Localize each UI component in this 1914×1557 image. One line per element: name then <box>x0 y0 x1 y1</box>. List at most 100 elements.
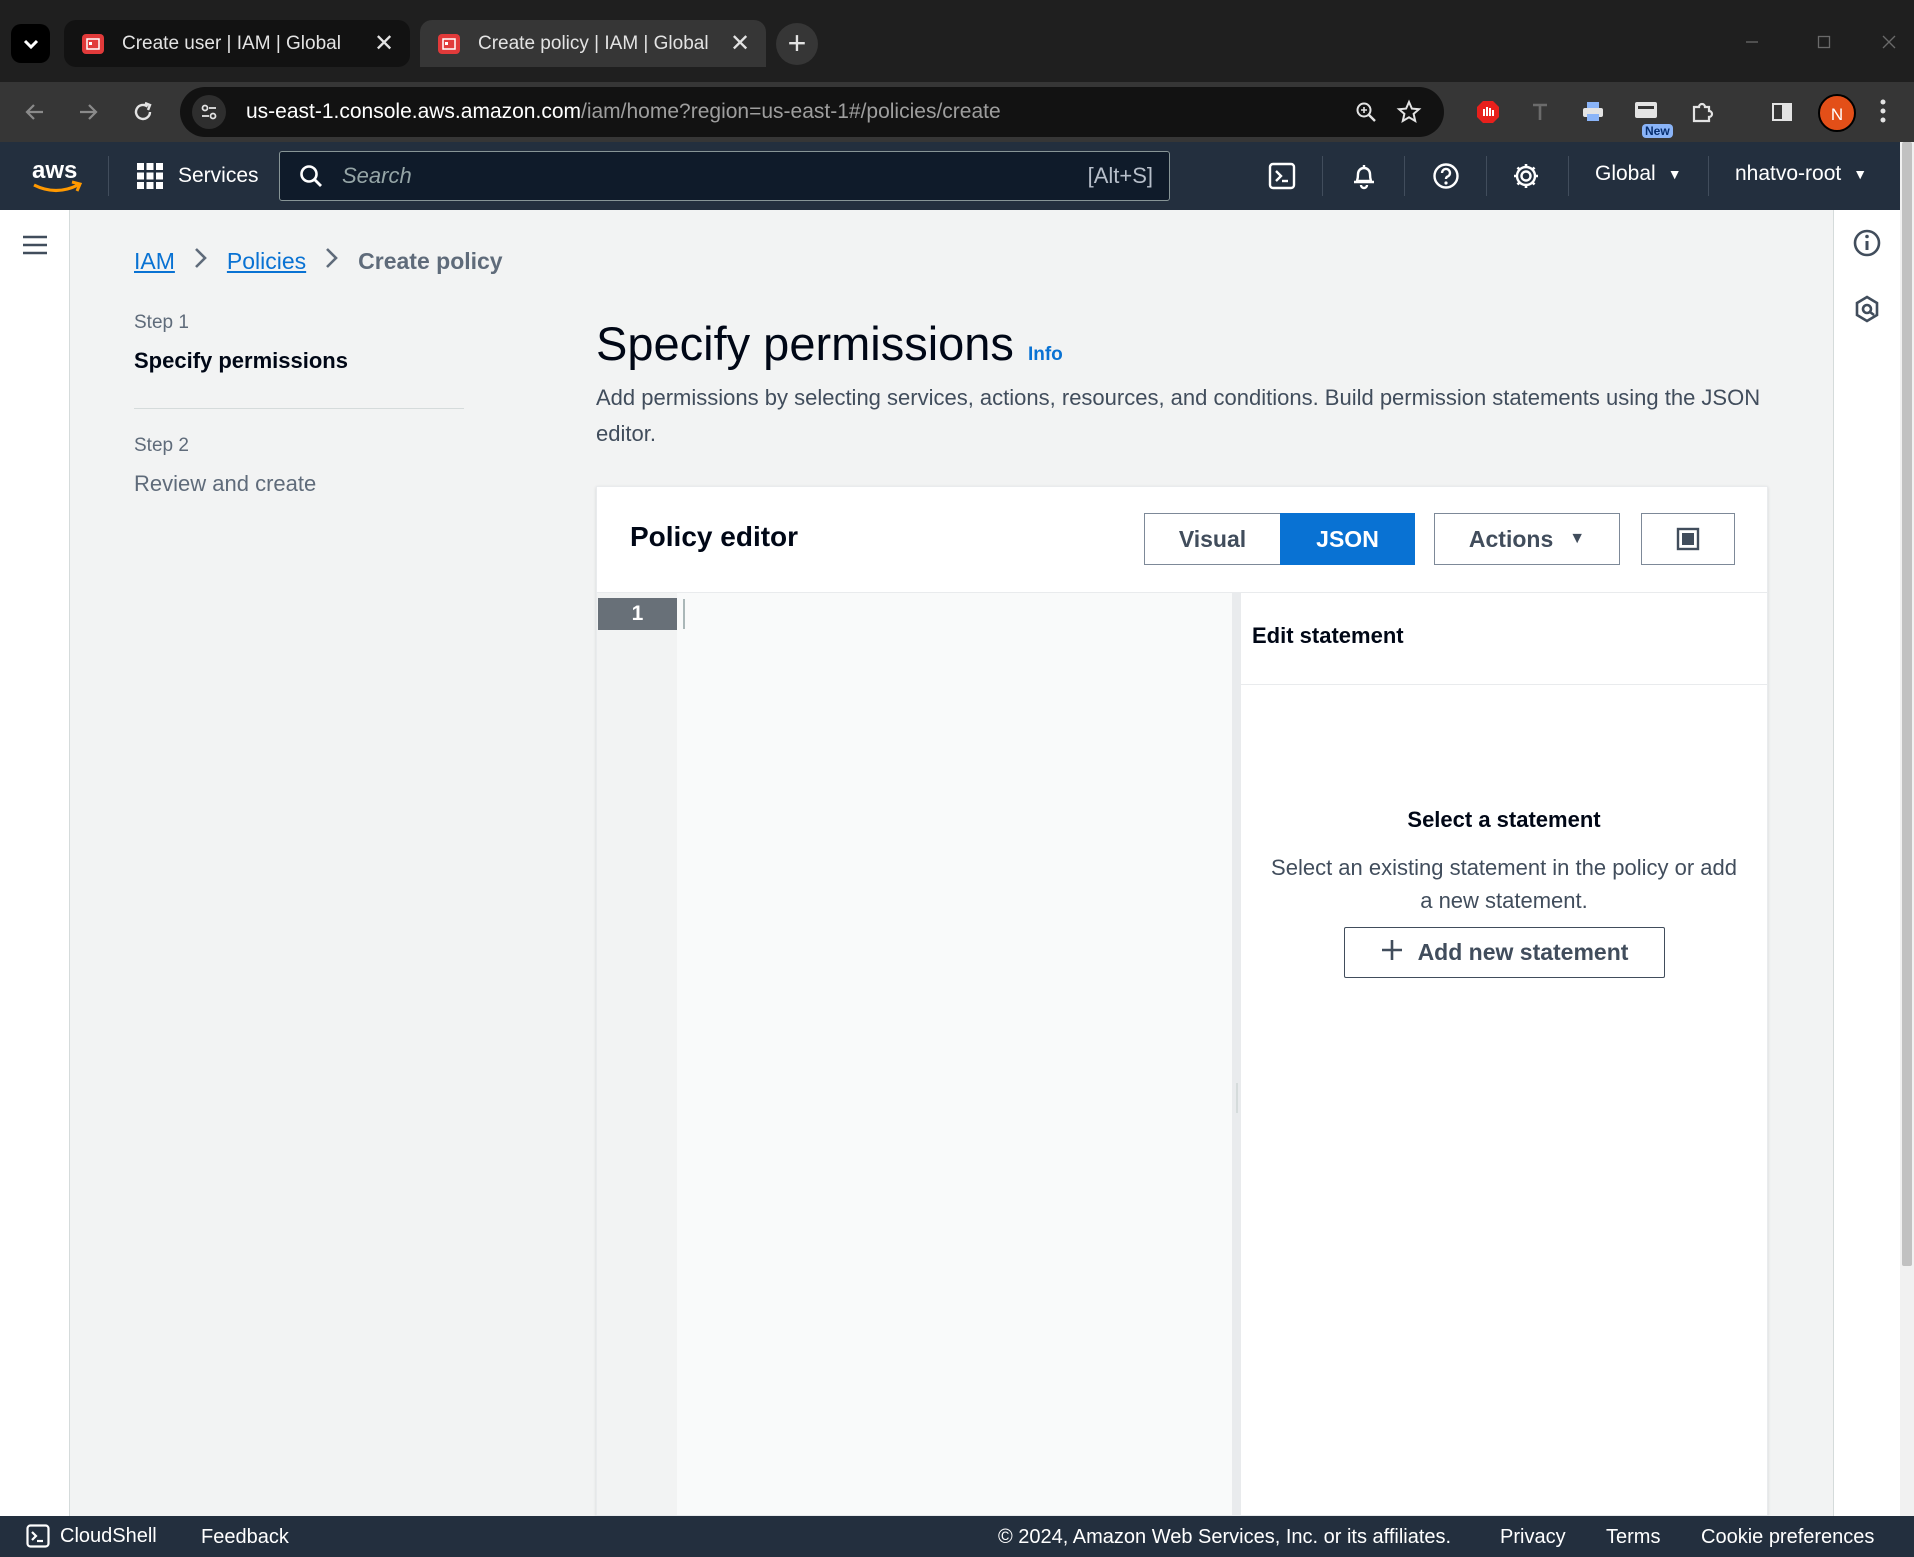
step-title: Review and create <box>134 471 317 496</box>
policy-editor-header: Policy editor Visual JSON Actions ▼ <box>597 487 1767 593</box>
right-tools-rail <box>1833 210 1900 1516</box>
empty-state: Select a statement Select an existing st… <box>1241 807 1767 978</box>
window-maximize-icon[interactable] <box>1788 12 1860 72</box>
info-icon[interactable] <box>1852 228 1882 263</box>
help-icon[interactable] <box>1430 160 1462 192</box>
footer-cloudshell-link[interactable]: CloudShell <box>26 1524 157 1548</box>
tab-search-button[interactable] <box>11 24 50 63</box>
account-label: nhatvo-root <box>1735 162 1842 185</box>
nav-separator <box>1486 156 1487 196</box>
side-panel-icon[interactable] <box>1764 94 1800 130</box>
browser-tab-create-user[interactable]: Create user | IAM | Global ✕ <box>64 20 410 67</box>
policy-editor-container: Policy editor Visual JSON Actions ▼ 1 Ed… <box>596 486 1768 1516</box>
step-divider <box>134 408 464 409</box>
new-badge: New <box>1642 124 1673 138</box>
actions-dropdown-button[interactable]: Actions ▼ <box>1434 513 1620 565</box>
services-menu-button[interactable]: Services <box>136 158 259 194</box>
url-text: us-east-1.console.aws.amazon.com/iam/hom… <box>246 100 1001 124</box>
cloudshell-icon <box>26 1524 50 1548</box>
notifications-bell-icon[interactable] <box>1348 160 1380 192</box>
browser-tab-bar: Create user | IAM | Global ✕ Create poli… <box>0 0 1914 82</box>
wizard-step-1: Step 1 Specify permissions <box>134 312 464 374</box>
window-close-icon[interactable] <box>1853 12 1914 72</box>
resize-grip <box>1236 1083 1238 1113</box>
grid-icon <box>137 163 163 189</box>
adblock-extension-icon[interactable] <box>1470 94 1506 130</box>
aws-logo[interactable]: aws <box>30 156 86 196</box>
json-mode-button[interactable]: JSON <box>1280 513 1415 565</box>
aws-iam-favicon-icon <box>82 33 104 54</box>
tab-title: Create user | IAM | Global <box>122 32 341 54</box>
edit-statement-panel: Edit statement Select a statement Select… <box>1241 593 1767 1515</box>
address-bar[interactable]: us-east-1.console.aws.amazon.com/iam/hom… <box>180 87 1444 137</box>
gear-icon[interactable] <box>1510 160 1542 192</box>
footer-terms-link[interactable]: Terms <box>1606 1526 1660 1549</box>
reload-icon[interactable] <box>125 94 161 130</box>
breadcrumb: IAM Policies Create policy <box>134 246 503 277</box>
fullscreen-button[interactable] <box>1641 513 1735 565</box>
visual-mode-button[interactable]: Visual <box>1144 513 1280 565</box>
new-tab-button[interactable]: + <box>776 23 818 65</box>
search-shortcut-hint: [Alt+S] <box>1087 163 1153 188</box>
caret-down-icon: ▼ <box>1667 166 1682 182</box>
fullscreen-icon <box>1676 527 1700 551</box>
chevron-right-icon <box>193 246 209 277</box>
search-input[interactable]: Search <box>342 163 1088 189</box>
wizard-step-2: Step 2 Review and create <box>134 435 464 497</box>
region-label: Global <box>1595 162 1656 185</box>
footer-cookie-preferences-link[interactable]: Cookie preferences <box>1701 1526 1874 1549</box>
step-label: Step 1 <box>134 312 189 333</box>
aws-iam-favicon-icon <box>438 33 460 54</box>
browser-menu-icon[interactable] <box>1878 96 1888 131</box>
svg-text:aws: aws <box>32 157 77 184</box>
breadcrumb-policies-link[interactable]: Policies <box>227 248 306 275</box>
region-selector[interactable]: Global ▼ <box>1595 162 1682 186</box>
window-minimize-icon[interactable] <box>1716 12 1788 72</box>
page-title-text: Specify permissions <box>596 317 1014 370</box>
panel-resize-handle[interactable] <box>1233 593 1241 1515</box>
browser-tab-create-policy[interactable]: Create policy | IAM | Global ✕ <box>420 20 766 67</box>
text-extension-icon[interactable] <box>1522 94 1558 130</box>
browser-toolbar: us-east-1.console.aws.amazon.com/iam/hom… <box>0 82 1914 142</box>
bookmark-star-icon[interactable] <box>1396 99 1422 130</box>
line-number-gutter: 1 <box>597 593 677 1515</box>
plus-icon <box>1380 938 1404 968</box>
account-menu[interactable]: nhatvo-root ▼ <box>1735 162 1867 186</box>
footer-copyright: © 2024, Amazon Web Services, Inc. or its… <box>998 1526 1452 1548</box>
nav-separator <box>1708 156 1709 196</box>
actions-label: Actions <box>1468 525 1554 552</box>
footer-feedback-link[interactable]: Feedback <box>201 1526 289 1549</box>
resources-hexagon-icon[interactable] <box>1852 294 1882 329</box>
json-code-editor[interactable]: 1 <box>597 593 1233 1515</box>
search-icon <box>300 165 322 187</box>
scrollbar-thumb[interactable] <box>1902 142 1912 1266</box>
extensions-puzzle-icon[interactable] <box>1684 94 1720 130</box>
zoom-icon[interactable] <box>1354 100 1378 129</box>
nav-separator <box>1322 156 1323 196</box>
footer-cloudshell-label: CloudShell <box>60 1524 157 1547</box>
hamburger-menu-icon[interactable] <box>22 234 48 261</box>
url-host: us-east-1.console.aws.amazon.com <box>246 100 581 123</box>
printer-extension-icon[interactable] <box>1575 94 1611 130</box>
empty-state-title: Select a statement <box>1407 807 1601 832</box>
url-path: /iam/home?region=us-east-1#/policies/cre… <box>581 100 1001 123</box>
site-info-icon[interactable] <box>192 95 226 129</box>
profile-avatar[interactable]: N <box>1818 94 1856 132</box>
add-new-statement-button[interactable]: Add new statement <box>1343 927 1665 978</box>
add-new-statement-label: Add new statement <box>1417 939 1629 965</box>
breadcrumb-iam-link[interactable]: IAM <box>134 248 175 275</box>
footer-privacy-link[interactable]: Privacy <box>1500 1526 1566 1549</box>
aws-search-box[interactable]: Search [Alt+S] <box>279 151 1170 201</box>
caret-down-icon: ▼ <box>1569 530 1586 547</box>
info-link[interactable]: Info <box>1028 344 1063 366</box>
nav-separator <box>108 156 109 196</box>
wizard-steps: Step 1 Specify permissions Step 2 Review… <box>134 312 464 497</box>
page-scrollbar[interactable] <box>1900 142 1914 1516</box>
cloudshell-icon[interactable] <box>1266 160 1298 192</box>
tab-close-icon[interactable]: ✕ <box>728 29 752 58</box>
console-footer: CloudShell Feedback © 2024, Amazon Web S… <box>0 1516 1914 1557</box>
forward-icon[interactable] <box>70 94 106 130</box>
tab-close-icon[interactable]: ✕ <box>372 29 396 58</box>
new-extension-icon[interactable]: New <box>1628 94 1673 138</box>
back-icon[interactable] <box>17 94 53 130</box>
